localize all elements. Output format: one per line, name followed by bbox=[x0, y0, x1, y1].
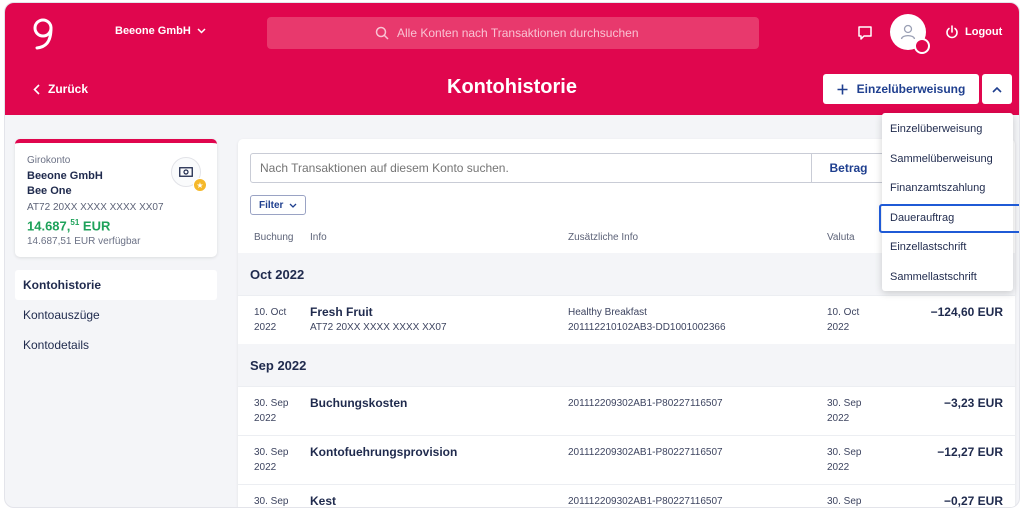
menu-item-einzellastschrift[interactable]: Einzellastschrift bbox=[882, 233, 1013, 263]
filter-label: Filter bbox=[259, 199, 284, 211]
menu-item-sammellastschrift[interactable]: Sammellastschrift bbox=[882, 263, 1013, 293]
sidebar-item-kontodetails[interactable]: Kontodetails bbox=[15, 330, 217, 360]
booking-date: 30. Sep bbox=[254, 496, 289, 507]
transaction-extra: 201112209302AB1-P80227116507 bbox=[568, 398, 723, 409]
power-icon bbox=[946, 25, 958, 39]
account-available: 14.687,51 EUR verfügbar bbox=[27, 236, 141, 248]
chat-icon[interactable] bbox=[857, 25, 873, 41]
global-search-input[interactable]: Alle Konten nach Transaktionen durchsuch… bbox=[267, 17, 759, 49]
column-header-info[interactable]: Info bbox=[310, 232, 327, 243]
chevron-down-icon bbox=[197, 28, 206, 34]
menu-item-sammelueberweisung[interactable]: Sammelüberweisung bbox=[882, 145, 1013, 175]
app-window: Beeone GmbH Alle Konten nach Transaktion… bbox=[4, 2, 1020, 508]
company-name: Beeone GmbH bbox=[115, 25, 191, 37]
booking-date: 10. Oct 2022 bbox=[254, 307, 287, 333]
chevron-up-icon bbox=[992, 86, 1002, 93]
booking-date: 30. Sep 2022 bbox=[254, 398, 289, 424]
account-balance: 14.687,51 EUR bbox=[27, 218, 205, 233]
chevron-down-icon bbox=[289, 203, 297, 208]
plus-icon bbox=[837, 84, 848, 94]
banknote-icon bbox=[179, 167, 193, 177]
valuta-date: 30. Sep bbox=[827, 496, 862, 507]
account-search-input[interactable] bbox=[250, 153, 812, 183]
menu-item-finanzamtszahlung[interactable]: Finanzamtszahlung bbox=[882, 174, 1013, 204]
menu-item-dauerauftrag[interactable]: Dauerauftrag bbox=[879, 203, 1019, 234]
top-bar: Beeone GmbH Alle Konten nach Transaktion… bbox=[5, 3, 1019, 63]
search-icon bbox=[375, 26, 389, 40]
transfer-dropdown-menu: Einzelüberweisung Sammelüberweisung Fina… bbox=[879, 113, 1019, 293]
transaction-info: Kest bbox=[310, 494, 337, 508]
transaction-extra: 201112209302AB1-P80227116507 bbox=[568, 496, 723, 507]
company-switcher[interactable]: Beeone GmbH bbox=[115, 25, 206, 37]
logout-button[interactable]: Logout bbox=[945, 25, 1002, 39]
table-row[interactable]: 10. Oct 2022 Fresh Fruit AT72 20XX XXXX XX… bbox=[238, 295, 1015, 343]
menu-item-einzelueberweisung[interactable]: Einzelüberweisung bbox=[882, 115, 1013, 145]
logo[interactable] bbox=[31, 17, 55, 51]
transaction-amount: −124,60 EUR bbox=[930, 305, 1003, 319]
page-header: Zurück Kontohistorie Einzelüberweisung bbox=[5, 63, 1019, 115]
valuta-date: 30. Sep 2022 bbox=[827, 398, 862, 424]
single-transfer-label: Einzelüberweisung bbox=[856, 82, 966, 96]
sidebar-item-kontohistorie[interactable]: Kontohistorie bbox=[15, 270, 217, 300]
sidebar-nav: Kontohistorie Kontoauszüge Kontodetails bbox=[15, 270, 217, 360]
global-search-placeholder: Alle Konten nach Transaktionen durchsuch… bbox=[397, 26, 639, 40]
valuta-date: 10. Oct 2022 bbox=[827, 307, 860, 333]
transaction-extra: Healthy Breakfast 201112210102AB3-DD10010… bbox=[568, 307, 726, 333]
star-icon: ★ bbox=[193, 178, 207, 192]
table-row[interactable]: 30. Sep Kest 201112209302AB1-P8022711650… bbox=[238, 484, 1015, 508]
transaction-amount: −12,27 EUR bbox=[937, 445, 1003, 459]
column-header-valuta[interactable]: Valuta bbox=[827, 232, 855, 243]
balance-cents: 51 bbox=[70, 218, 80, 227]
transaction-info: Kontofuehrungsprovision bbox=[310, 445, 458, 459]
amount-button[interactable]: Betrag bbox=[812, 153, 886, 183]
transaction-amount: −3,23 EUR bbox=[943, 396, 1003, 410]
transfer-menu-toggle[interactable] bbox=[982, 74, 1012, 104]
avatar-badge bbox=[914, 38, 930, 54]
account-iban: AT72 20XX XXXX XXXX XX07 bbox=[27, 202, 164, 213]
transaction-amount: −0,27 EUR bbox=[943, 494, 1003, 508]
sidebar-item-kontoauszuege[interactable]: Kontoauszüge bbox=[15, 300, 217, 330]
logout-label: Logout bbox=[965, 26, 1003, 38]
table-row[interactable]: 30. Sep 2022 Buchungskosten 201112209302A… bbox=[238, 386, 1015, 434]
group-label-sep-2022: Sep 2022 bbox=[250, 358, 307, 373]
booking-date: 30. Sep 2022 bbox=[254, 447, 289, 473]
table-row[interactable]: 30. Sep 2022 Kontofuehrungsprovision 2011… bbox=[238, 435, 1015, 483]
balance-currency: EUR bbox=[79, 218, 111, 234]
column-header-extra[interactable]: Zusätzliche Info bbox=[568, 232, 638, 243]
account-icon: ★ bbox=[171, 157, 207, 192]
transaction-info: Buchungskosten bbox=[310, 396, 408, 410]
column-header-booking[interactable]: Buchung bbox=[254, 232, 293, 243]
transaction-extra: 201112209302AB1-P80227116507 bbox=[568, 447, 723, 458]
avatar[interactable] bbox=[890, 14, 930, 54]
valuta-date: 30. Sep 2022 bbox=[827, 447, 862, 473]
filter-button[interactable]: Filter bbox=[250, 195, 307, 215]
account-name-line2: Bee One bbox=[27, 185, 72, 197]
group-label-oct-2022: Oct 2022 bbox=[250, 267, 305, 282]
balance-main: 14.687, bbox=[27, 218, 71, 234]
account-card[interactable]: Girokonto Beeone GmbH Bee One AT72 20XX … bbox=[15, 139, 217, 257]
transaction-info: Fresh Fruit AT72 20XX XXXX XXXX XX07 bbox=[310, 305, 447, 333]
group-band bbox=[238, 344, 1015, 386]
single-transfer-button[interactable]: Einzelüberweisung bbox=[823, 74, 979, 104]
user-icon bbox=[900, 24, 916, 40]
